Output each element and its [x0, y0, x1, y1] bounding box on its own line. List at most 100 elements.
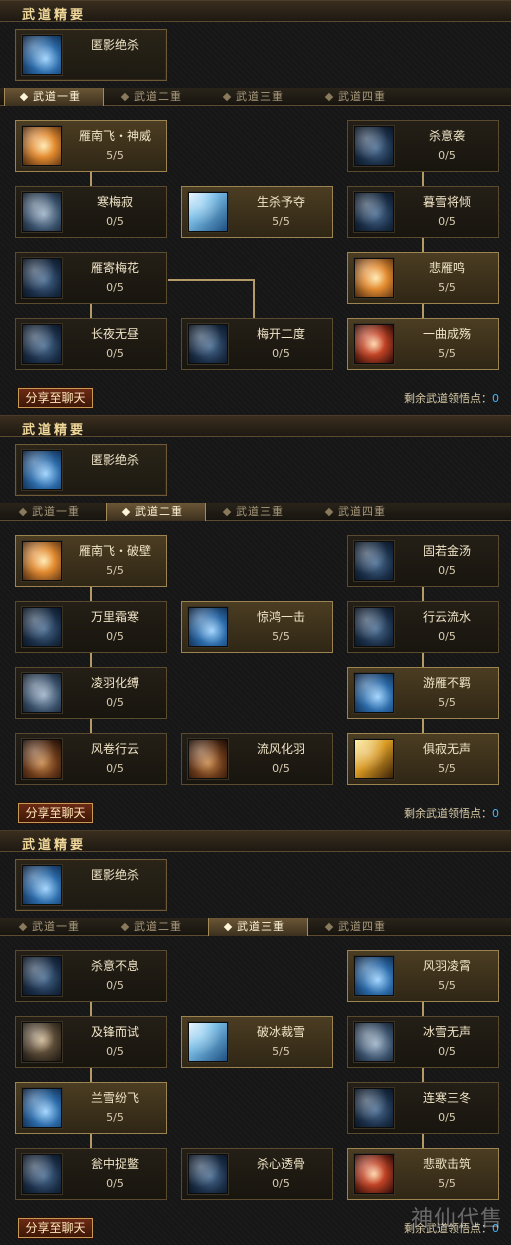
skill-node[interactable]: 生杀予夺 5/5	[181, 186, 333, 238]
tab-tier-4[interactable]: 武道四重	[310, 918, 410, 936]
skill-node[interactable]: 冰雪无声 0/5	[347, 1016, 499, 1068]
skill-icon	[22, 541, 62, 581]
tab-tier-1[interactable]: 武道一重	[4, 503, 104, 521]
remaining-points: 剩余武道领悟点：0	[404, 805, 499, 821]
tab-tier-4[interactable]: 武道四重	[310, 503, 410, 521]
skill-node[interactable]: 万里霜寒 0/5	[15, 601, 167, 653]
skill-panel: 武道精要 匿影绝杀 武道一重 武道二重 武道三重 武道四重 雁南飞・破壁 5/5 固若金汤 0/5…	[0, 415, 511, 828]
skill-name: 雁南飞・破壁	[78, 544, 151, 558]
skill-node[interactable]: 行云流水 0/5	[347, 601, 499, 653]
tab-tier-3[interactable]: 武道三重	[208, 918, 308, 936]
skill-node[interactable]: 俱寂无声 5/5	[347, 733, 499, 785]
skill-node[interactable]: 梅开二度 0/5	[181, 318, 333, 370]
skill-node[interactable]: 杀意不息 0/5	[15, 950, 167, 1002]
skill-node[interactable]: 惊鸿一击 5/5	[181, 601, 333, 653]
remaining-points-value: 0	[492, 392, 499, 405]
essence-skill[interactable]: 匿影绝杀	[15, 29, 167, 81]
skill-level: 0/5	[272, 1177, 290, 1190]
connector-line	[422, 1068, 424, 1082]
skill-name: 凌羽化缚	[90, 676, 139, 690]
skill-icon	[188, 1154, 228, 1194]
skill-node[interactable]: 固若金汤 0/5	[347, 535, 499, 587]
skill-node[interactable]: 暮雪将倾 0/5	[347, 186, 499, 238]
share-to-chat-button[interactable]: 分享至聊天	[18, 1218, 93, 1238]
skill-name: 瓮中捉鳖	[90, 1157, 139, 1171]
skill-node[interactable]: 雁寄梅花 0/5	[15, 252, 167, 304]
tab-tier-2[interactable]: 武道二重	[106, 503, 206, 521]
skill-node[interactable]: 破冰裁雪 5/5	[181, 1016, 333, 1068]
skill-node[interactable]: 寒梅寂 0/5	[15, 186, 167, 238]
section-header: 武道精要	[0, 830, 511, 853]
skill-panel: 武道精要匿影绝杀武道一重 武道二重 武道三重 武道四重杀意不息 0/5 风羽凌霄 5/5 及锋…	[0, 830, 511, 1243]
skill-level: 5/5	[438, 979, 456, 992]
tab-tier-3[interactable]: 武道三重	[208, 503, 308, 521]
watermark-logo: 神仙代售	[410, 1207, 503, 1232]
skill-node[interactable]: 一曲成殇 5/5	[347, 318, 499, 370]
skill-name: 一曲成殇	[422, 327, 471, 341]
skill-node[interactable]: 杀意袭 0/5	[347, 120, 499, 172]
skill-icon	[188, 192, 228, 232]
skill-icon	[22, 607, 62, 647]
tab-tier-3[interactable]: 武道三重	[208, 88, 308, 106]
tab-tier-2[interactable]: 武道二重	[106, 88, 206, 106]
tab-diamond-icon	[121, 507, 131, 517]
skill-node[interactable]: 游雁不羁 5/5	[347, 667, 499, 719]
skill-node[interactable]: 悲雁鸣 5/5	[347, 252, 499, 304]
skill-node[interactable]: 兰雪纷飞 5/5	[15, 1082, 167, 1134]
skill-icon	[354, 1088, 394, 1128]
share-to-chat-button[interactable]: 分享至聊天	[18, 388, 93, 408]
skill-name: 生杀予夺	[256, 195, 305, 209]
skill-node[interactable]: 凌羽化缚 0/5	[15, 667, 167, 719]
skill-icon	[354, 192, 394, 232]
skill-icon	[354, 541, 394, 581]
skill-name: 雁南飞・神威	[78, 129, 151, 143]
essence-skill-name: 匿影绝杀	[90, 868, 139, 882]
skill-node[interactable]: 悲歌击筑 5/5	[347, 1148, 499, 1200]
tab-tier-2[interactable]: 武道二重	[106, 918, 206, 936]
tab-tier-1[interactable]: 武道一重	[4, 88, 104, 106]
skill-node[interactable]: 连寒三冬 0/5	[347, 1082, 499, 1134]
skill-name: 悲雁鸣	[428, 261, 465, 275]
skill-icon	[354, 1154, 394, 1194]
tab-tier-4[interactable]: 武道四重	[310, 88, 410, 106]
skill-node[interactable]: 长夜无昼 0/5	[15, 318, 167, 370]
skill-node[interactable]: 风羽凌霄 5/5	[347, 950, 499, 1002]
essence-skill[interactable]: 匿影绝杀	[15, 444, 167, 496]
section-title: 武道精要	[22, 8, 87, 23]
skill-node[interactable]: 杀心透骨 0/5	[181, 1148, 333, 1200]
skill-node[interactable]: 流风化羽 0/5	[181, 733, 333, 785]
skill-level: 0/5	[106, 281, 124, 294]
connector-line	[90, 719, 92, 733]
skill-level: 0/5	[106, 347, 124, 360]
essence-skill-name: 匿影绝杀	[90, 453, 139, 467]
skill-name: 俱寂无声	[422, 742, 471, 756]
connector-line	[422, 304, 424, 318]
skill-level: 0/5	[106, 1177, 124, 1190]
skill-node[interactable]: 雁南飞・神威 5/5	[15, 120, 167, 172]
share-to-chat-button[interactable]: 分享至聊天	[18, 803, 93, 823]
skill-node[interactable]: 风卷行云 0/5	[15, 733, 167, 785]
tab-label: 武道四重	[338, 90, 386, 103]
connector-line	[422, 1002, 424, 1016]
skill-name: 连寒三冬	[422, 1091, 471, 1105]
skill-level: 0/5	[106, 696, 124, 709]
tab-label: 武道四重	[338, 920, 386, 933]
skill-node[interactable]: 瓮中捉鳖 0/5	[15, 1148, 167, 1200]
skill-level: 5/5	[438, 696, 456, 709]
tier-tabs: 武道一重 武道二重 武道三重 武道四重	[0, 503, 511, 521]
skill-icon	[354, 607, 394, 647]
skill-node[interactable]: 及锋而试 0/5	[15, 1016, 167, 1068]
skill-icon	[188, 607, 228, 647]
skill-icon	[354, 673, 394, 713]
skill-node[interactable]: 雁南飞・破壁 5/5	[15, 535, 167, 587]
skill-icon	[22, 1154, 62, 1194]
skill-level: 5/5	[106, 1111, 124, 1124]
tab-diamond-icon	[120, 922, 130, 932]
section-title: 武道精要	[22, 423, 87, 438]
tab-tier-1[interactable]: 武道一重	[4, 918, 104, 936]
essence-skill[interactable]: 匿影绝杀	[15, 859, 167, 911]
skill-level: 5/5	[438, 347, 456, 360]
skill-icon	[22, 956, 62, 996]
tab-diamond-icon	[19, 92, 29, 102]
skill-icon	[354, 324, 394, 364]
